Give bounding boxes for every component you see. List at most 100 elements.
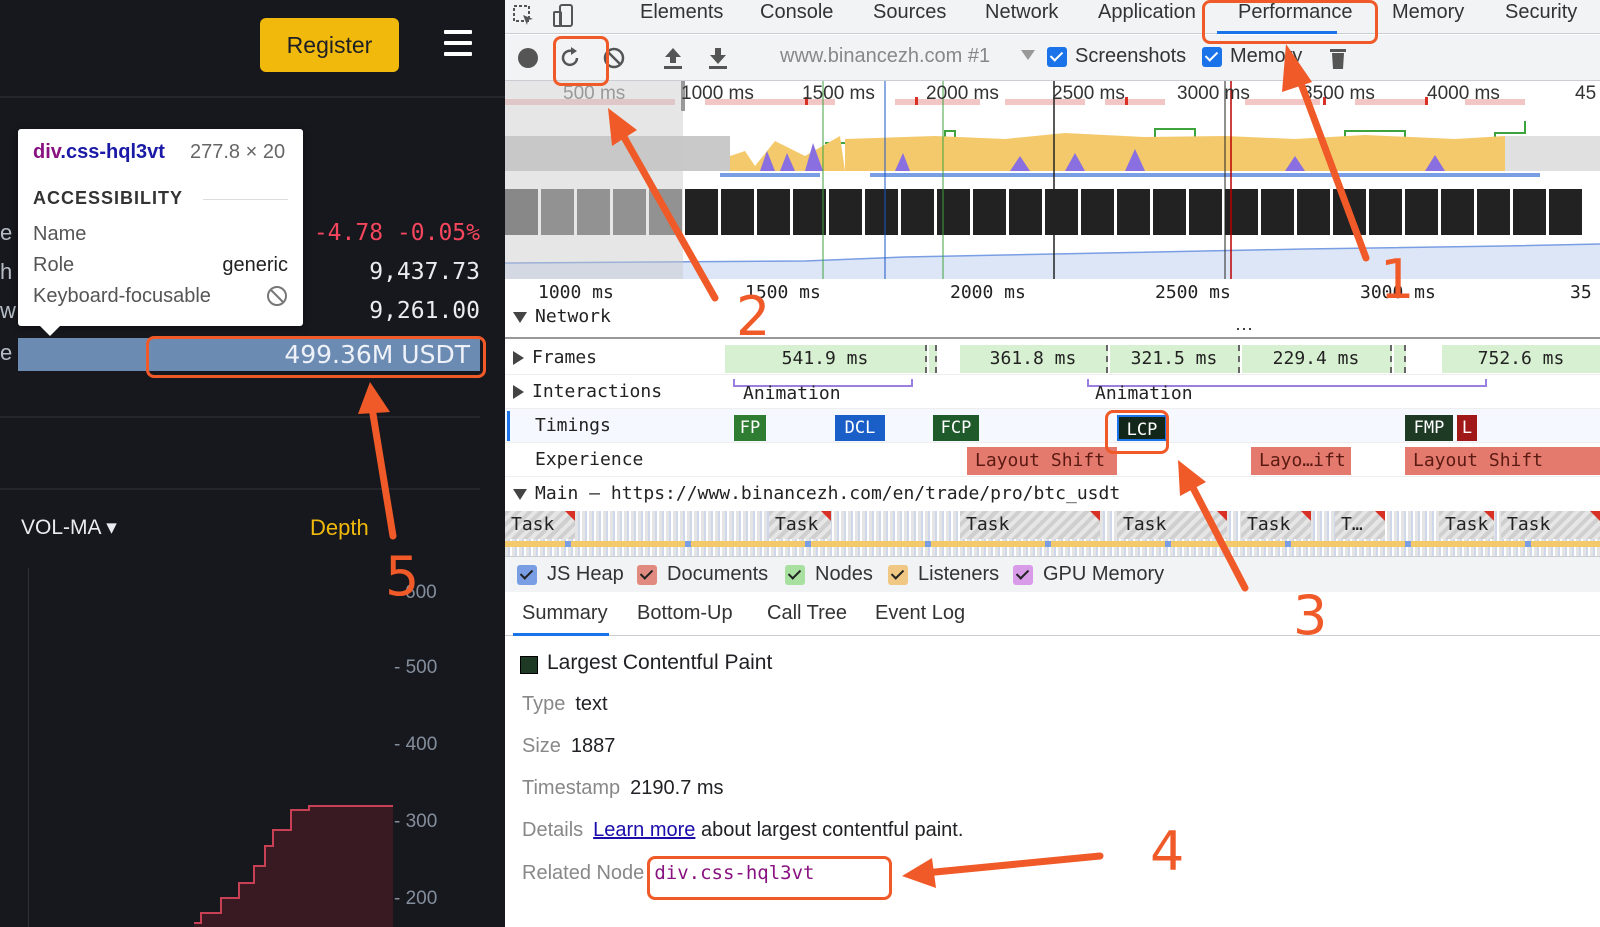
track-main[interactable]: Main — https://www.binancezh.com/en/trad…: [505, 477, 1600, 511]
memory-checkbox[interactable]: [1202, 47, 1222, 67]
track-label: Main — https://www.binancezh.com/en/trad…: [535, 483, 1121, 504]
summary-value: 1887: [570, 735, 616, 757]
menu-icon[interactable]: [444, 30, 472, 58]
caret-down-icon: [1021, 50, 1035, 60]
overview-tick: 2500 ms: [1052, 83, 1125, 104]
annotation-number: 5: [385, 545, 420, 608]
expand-triangle-icon: [513, 488, 527, 500]
tab-bottom-up[interactable]: Bottom-Up: [637, 602, 733, 625]
not-allowed-icon: [266, 285, 288, 313]
timing-fcp[interactable]: FCP: [933, 415, 979, 441]
task-block[interactable]: Task: [960, 511, 1100, 539]
resize-handle-icon[interactable]: ⋯: [1235, 319, 1253, 340]
animation-label[interactable]: Animation: [743, 383, 841, 404]
frame-block[interactable]: 541.9 ms: [725, 345, 927, 373]
task-block[interactable]: Task: [1501, 511, 1600, 539]
layout-shift[interactable]: Layout Shift: [1405, 447, 1600, 475]
register-button[interactable]: Register: [260, 18, 399, 72]
depth-axis-tick: - 500: [394, 657, 438, 678]
track-label: Experience: [535, 449, 644, 470]
memory-counter-label: Documents: [667, 563, 769, 585]
nodes-checkbox[interactable]: [785, 565, 805, 585]
gpu-memory-checkbox[interactable]: [1013, 565, 1033, 585]
depth-tab[interactable]: Depth: [310, 515, 369, 541]
ruler-tick: 2500 ms: [1155, 282, 1231, 303]
recording-select[interactable]: www.binancezh.com #1: [780, 45, 1035, 68]
stat-value: -4.78 -0.05%: [313, 220, 480, 246]
ruler-tick: 2000 ms: [950, 282, 1026, 303]
record-icon[interactable]: [515, 45, 541, 71]
overview-unselected-region: [505, 81, 683, 279]
frame-block[interactable]: 321.5 ms: [1110, 345, 1240, 373]
timing-dcl[interactable]: DCL: [835, 415, 885, 441]
track-header[interactable]: Frames: [513, 347, 597, 368]
track-header[interactable]: Interactions: [513, 381, 662, 402]
track-timings[interactable]: Timings FP DCL FCP LCP FMP L: [505, 409, 1600, 443]
listeners-checkbox[interactable]: [888, 565, 908, 585]
js-heap-checkbox[interactable]: [517, 565, 537, 585]
frame-block[interactable]: [1394, 345, 1406, 373]
summary-row-size: Size 1887: [522, 735, 615, 758]
tab-application[interactable]: Application: [1098, 1, 1196, 24]
summary-key: Related Node: [522, 862, 645, 884]
track-label: Interactions: [532, 381, 663, 402]
layout-shift[interactable]: Layout Shift: [967, 447, 1117, 475]
exchange-page: Register e -4.78 -0.05% h 9,437.73 w 9,2…: [0, 0, 505, 927]
vol-ma-dropdown[interactable]: VOL-MA ▾: [21, 515, 117, 540]
trash-icon[interactable]: [1325, 45, 1351, 71]
depth-chart: [28, 568, 400, 927]
track-frames[interactable]: Frames 541.9 ms 361.8 ms 321.5 ms 229.4 …: [505, 341, 1600, 375]
task-block[interactable]: Task: [1241, 511, 1311, 539]
expand-triangle-icon: [513, 311, 527, 323]
summary-key: Details: [522, 819, 584, 841]
divider: [0, 96, 505, 98]
annotation-number: 1: [1380, 248, 1415, 311]
device-toolbar-icon[interactable]: [551, 3, 577, 29]
tab-security[interactable]: Security: [1505, 1, 1577, 24]
track-network[interactable]: Network: [513, 306, 611, 327]
task-block[interactable]: T…: [1335, 511, 1385, 539]
frame-block[interactable]: 361.8 ms: [960, 345, 1108, 373]
tooltip-class: .css-hql3vt: [60, 141, 165, 163]
frame-block[interactable]: 229.4 ms: [1242, 345, 1392, 373]
frame-block[interactable]: [929, 345, 937, 373]
memory-counter-label: JS Heap: [547, 563, 624, 585]
tab-elements[interactable]: Elements: [640, 1, 723, 24]
frame-block[interactable]: 752.6 ms: [1442, 345, 1600, 373]
divider: [0, 416, 480, 418]
screenshots-checkbox[interactable]: [1047, 47, 1067, 67]
timing-load[interactable]: L: [1457, 415, 1477, 441]
memory-counter-label: Nodes: [815, 563, 873, 585]
inspector-tooltip: div.css-hql3vt 277.8 × 20 ACCESSIBILITY …: [18, 129, 303, 336]
upload-icon[interactable]: [660, 45, 686, 71]
tab-summary[interactable]: Summary: [522, 602, 608, 625]
tab-network[interactable]: Network: [985, 1, 1058, 24]
track-label[interactable]: Timings: [535, 415, 611, 436]
tab-event-log[interactable]: Event Log: [875, 602, 965, 625]
download-icon[interactable]: [705, 45, 731, 71]
timeline-overview[interactable]: 500 ms 1000 ms 1500 ms 2000 ms 2500 ms 3…: [505, 81, 1600, 279]
memory-counter-label: GPU Memory: [1043, 563, 1165, 585]
tooltip-row-role: Role generic: [33, 254, 288, 277]
task-block[interactable]: Task: [505, 511, 575, 539]
track-header[interactable]: Main — https://www.binancezh.com/en/trad…: [513, 483, 1120, 504]
tab-sources[interactable]: Sources: [873, 1, 946, 24]
inspect-element-icon[interactable]: [511, 3, 537, 29]
animation-label[interactable]: Animation: [1095, 383, 1193, 404]
task-block[interactable]: Task: [1439, 511, 1494, 539]
documents-checkbox[interactable]: [637, 565, 657, 585]
track-experience[interactable]: Experience Layout Shift Layo…ift Layout …: [505, 443, 1600, 477]
track-interactions[interactable]: Interactions Animation Animation: [505, 375, 1600, 409]
stat-label: h: [0, 259, 13, 284]
task-block[interactable]: Task: [1117, 511, 1227, 539]
layout-shift[interactable]: Layo…ift: [1251, 447, 1351, 475]
task-block[interactable]: Task: [769, 511, 831, 539]
timing-fp[interactable]: FP: [734, 415, 766, 441]
overview-tick: 3000 ms: [1177, 83, 1250, 104]
timing-fmp[interactable]: FMP: [1405, 415, 1453, 441]
learn-more-link[interactable]: Learn more: [593, 819, 695, 841]
tab-memory[interactable]: Memory: [1392, 1, 1464, 24]
tab-call-tree[interactable]: Call Tree: [767, 602, 847, 625]
tab-console[interactable]: Console: [760, 1, 833, 24]
overview-tick: 1500 ms: [802, 83, 875, 104]
